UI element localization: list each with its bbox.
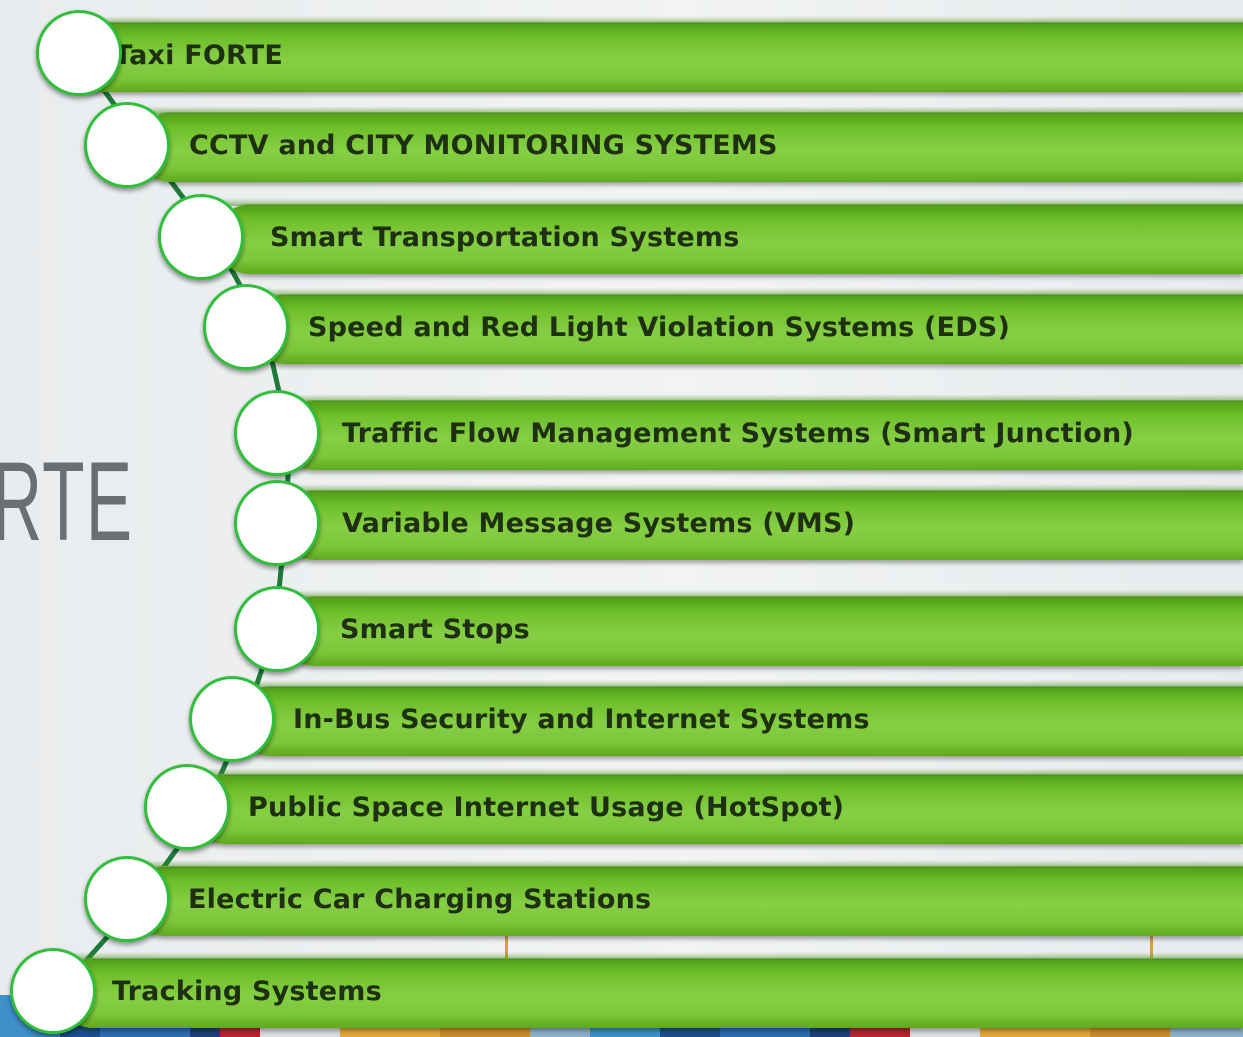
list-item-bar: Public Space Internet Usage (HotSpot) [190, 768, 1243, 844]
list-item-bar: Taxi FORTE [60, 16, 1243, 92]
list-item-label: Traffic Flow Management Systems (Smart J… [342, 418, 1134, 449]
list-item-bar: Smart Transportation Systems [215, 198, 1243, 274]
list-item-circle [203, 284, 289, 370]
list-item-bar: Speed and Red Light Violation Systems (E… [250, 288, 1243, 364]
list-item-label: Smart Transportation Systems [270, 222, 740, 253]
list-item-circle [84, 856, 170, 942]
list-item-label: In-Bus Security and Internet Systems [293, 704, 870, 735]
list-item-label: Taxi FORTE [114, 40, 284, 71]
list-item-label: Speed and Red Light Violation Systems (E… [308, 312, 1010, 343]
list-item-bar: Electric Car Charging Stations [130, 860, 1243, 936]
list-item-circle [234, 480, 320, 566]
list-item-bar: CCTV and CITY MONITORING SYSTEMS [135, 106, 1243, 182]
list-item-label: Smart Stops [340, 614, 530, 645]
list-item-label: Tracking Systems [112, 976, 382, 1007]
list-item-label: Public Space Internet Usage (HotSpot) [248, 792, 845, 823]
list-item-circle [84, 102, 170, 188]
list-item-bar: Traffic Flow Management Systems (Smart J… [280, 394, 1243, 470]
list-item-bar: In-Bus Security and Internet Systems [235, 680, 1243, 756]
list-item-label: CCTV and CITY MONITORING SYSTEMS [189, 130, 778, 161]
list-item-label: Electric Car Charging Stations [188, 884, 652, 915]
list-item-bar: Tracking Systems [58, 952, 1243, 1028]
list-item-label: Variable Message Systems (VMS) [342, 508, 856, 539]
list-item-circle [189, 676, 275, 762]
list-item-circle [144, 764, 230, 850]
list-item-circle [234, 586, 320, 672]
list-item-bar: Smart Stops [280, 590, 1243, 666]
list-item-circle [10, 948, 96, 1034]
list-item-bar: Variable Message Systems (VMS) [280, 484, 1243, 560]
list-item-circle [36, 10, 122, 96]
list-item-circle [158, 194, 244, 280]
list-item-circle [234, 390, 320, 476]
